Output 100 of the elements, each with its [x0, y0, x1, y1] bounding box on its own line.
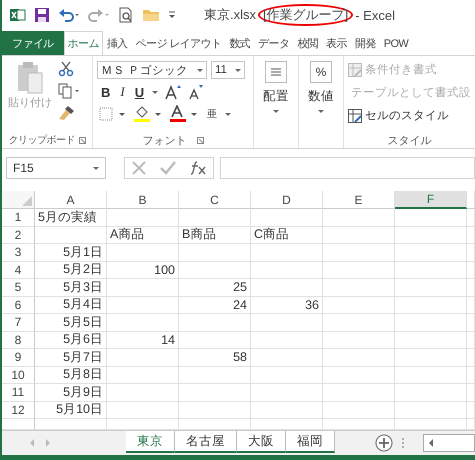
scroll-right-icon[interactable]: [44, 438, 52, 448]
undo-icon[interactable]: [58, 7, 80, 23]
row-header[interactable]: 10: [2, 366, 35, 384]
table-cell[interactable]: 24: [179, 296, 251, 314]
number-format-button[interactable]: % 数値: [308, 59, 334, 113]
table-cell[interactable]: [395, 314, 467, 332]
table-cell[interactable]: [179, 314, 251, 332]
ribbon-tab[interactable]: ページ レイアウト: [132, 31, 226, 55]
copy-icon[interactable]: [58, 83, 82, 99]
table-cell[interactable]: [323, 226, 395, 244]
style-menu-button[interactable]: セルのスタイル: [348, 105, 471, 126]
table-cell[interactable]: [251, 262, 323, 279]
splitter-handle-icon[interactable]: [401, 437, 405, 449]
table-cell[interactable]: 5月5日: [35, 314, 107, 332]
table-cell[interactable]: [395, 296, 467, 314]
table-cell[interactable]: [395, 279, 467, 296]
sheet-tab[interactable]: 福岡: [286, 431, 335, 453]
table-cell[interactable]: [467, 402, 475, 419]
table-cell[interactable]: [395, 262, 467, 279]
column-header[interactable]: C: [179, 191, 251, 209]
table-cell[interactable]: 5月6日: [35, 332, 107, 349]
row-header[interactable]: 7: [2, 314, 35, 332]
table-cell[interactable]: [323, 349, 395, 366]
table-cell[interactable]: [395, 332, 467, 349]
ribbon-tab[interactable]: 校閲: [293, 31, 322, 55]
dialog-launcher-icon[interactable]: [78, 136, 86, 144]
column-header[interactable]: B: [107, 191, 179, 209]
enter-icon[interactable]: [159, 160, 177, 176]
table-cell[interactable]: [395, 402, 467, 419]
table-cell[interactable]: [107, 279, 179, 296]
table-cell[interactable]: [107, 314, 179, 332]
sheet-tab[interactable]: 大阪: [237, 431, 286, 453]
column-header[interactable]: F: [395, 191, 467, 209]
horizontal-scrollbar[interactable]: [423, 434, 475, 452]
table-cell[interactable]: [467, 332, 475, 349]
row-header[interactable]: 8: [2, 332, 35, 349]
table-cell[interactable]: C商品: [251, 226, 323, 244]
add-sheet-icon[interactable]: [375, 434, 393, 452]
table-cell[interactable]: [323, 262, 395, 279]
column-header[interactable]: D: [251, 191, 323, 209]
name-box[interactable]: F15: [6, 157, 106, 179]
borders-icon[interactable]: [99, 107, 127, 121]
table-cell[interactable]: 5月8日: [35, 366, 107, 384]
table-cell[interactable]: [251, 402, 323, 419]
fill-color-icon[interactable]: [133, 105, 163, 123]
row-header[interactable]: 4: [2, 262, 35, 279]
table-cell[interactable]: [395, 209, 467, 226]
row-header[interactable]: 2: [2, 226, 35, 244]
table-cell[interactable]: [467, 226, 475, 244]
column-header[interactable]: E: [323, 191, 395, 209]
folder-icon[interactable]: [142, 7, 160, 23]
customize-caret-icon[interactable]: [168, 10, 176, 20]
table-cell[interactable]: [251, 332, 323, 349]
row-header[interactable]: 6: [2, 296, 35, 314]
row-header[interactable]: 11: [2, 384, 35, 402]
table-cell[interactable]: [179, 262, 251, 279]
table-cell[interactable]: 5月4日: [35, 296, 107, 314]
table-cell[interactable]: [395, 366, 467, 384]
cancel-icon[interactable]: [131, 160, 147, 176]
table-cell[interactable]: 25: [179, 279, 251, 296]
row-header[interactable]: 9: [2, 349, 35, 366]
table-cell[interactable]: [467, 279, 475, 296]
table-cell[interactable]: [251, 314, 323, 332]
table-cell[interactable]: [35, 226, 107, 244]
table-cell[interactable]: [179, 402, 251, 419]
table-cell[interactable]: [251, 244, 323, 262]
table-cell[interactable]: 5月10日: [35, 402, 107, 419]
table-cell[interactable]: 36: [251, 296, 323, 314]
table-cell[interactable]: [251, 209, 323, 226]
table-cell[interactable]: [107, 384, 179, 402]
increase-font-size-icon[interactable]: [164, 84, 182, 100]
select-all-icon[interactable]: [22, 196, 32, 206]
row-header[interactable]: 5: [2, 279, 35, 296]
table-cell[interactable]: [467, 262, 475, 279]
table-cell[interactable]: [107, 349, 179, 366]
ribbon-tab[interactable]: 開発: [350, 31, 380, 55]
table-cell[interactable]: [323, 279, 395, 296]
table-cell[interactable]: 100: [107, 262, 179, 279]
table-cell[interactable]: 5月3日: [35, 279, 107, 296]
font-size-dropdown[interactable]: 11: [211, 61, 245, 79]
table-cell[interactable]: 5月9日: [35, 384, 107, 402]
underline-button[interactable]: U: [132, 84, 146, 100]
row-header[interactable]: 12: [2, 402, 35, 419]
table-cell[interactable]: [323, 402, 395, 419]
table-cell[interactable]: [395, 349, 467, 366]
save-icon[interactable]: [34, 7, 50, 23]
decrease-font-size-icon[interactable]: [188, 84, 204, 100]
insert-function-icon[interactable]: [189, 160, 207, 176]
font-name-dropdown[interactable]: ＭＳ Ｐゴシック: [97, 61, 207, 79]
table-cell[interactable]: [179, 332, 251, 349]
table-cell[interactable]: 5月7日: [35, 349, 107, 366]
formula-field[interactable]: [220, 157, 475, 179]
table-cell[interactable]: [179, 366, 251, 384]
table-cell[interactable]: [107, 366, 179, 384]
table-cell[interactable]: 5月の実績: [35, 209, 107, 226]
table-cell[interactable]: 5月1日: [35, 244, 107, 262]
scroll-left-icon[interactable]: [427, 438, 435, 448]
format-painter-icon[interactable]: [58, 105, 76, 121]
table-cell[interactable]: 58: [179, 349, 251, 366]
table-cell[interactable]: [467, 349, 475, 366]
